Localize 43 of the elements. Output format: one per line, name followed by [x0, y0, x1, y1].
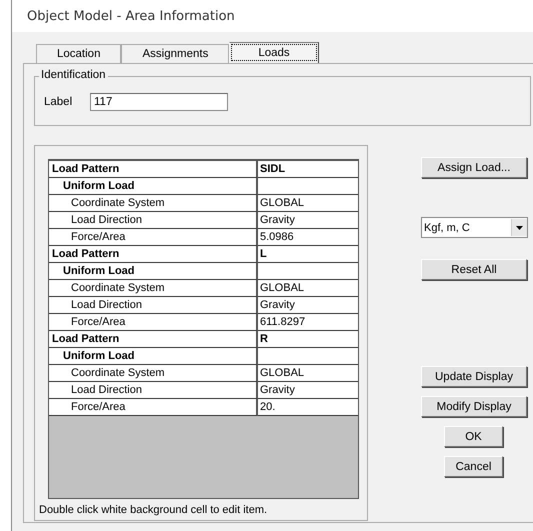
update-display-button[interactable]: Update Display — [421, 366, 527, 387]
table-cell: Load Pattern — [49, 246, 258, 263]
cancel-button[interactable]: Cancel — [444, 456, 503, 477]
table-cell: Coordinate System — [49, 195, 258, 212]
label-field[interactable]: 117 — [90, 93, 228, 111]
table-cell[interactable]: Gravity — [258, 212, 358, 229]
tab[interactable]: Assignments — [121, 44, 230, 63]
table-cell: Force/Area — [49, 229, 258, 246]
modify-display-button[interactable]: Modify Display — [421, 396, 527, 417]
table-cell[interactable]: 5.0986 — [258, 229, 358, 246]
table-cell: Uniform Load — [49, 348, 258, 365]
field-label: Label — [44, 96, 74, 108]
window-title: Object Model - Area Information — [27, 8, 235, 24]
table-cell[interactable]: GLOBAL — [258, 195, 358, 212]
table-cell: Force/Area — [49, 399, 258, 416]
assign-load-button[interactable]: Assign Load... — [421, 157, 527, 178]
table-cell[interactable]: 611.8297 — [258, 314, 358, 331]
units-dropdown[interactable]: Kgf, m, C — [421, 217, 528, 238]
table-cell[interactable]: Gravity — [258, 297, 358, 314]
table-cell: Coordinate System — [49, 365, 258, 382]
table-cell[interactable]: GLOBAL — [258, 365, 358, 382]
caret-icon — [516, 226, 523, 230]
tab[interactable]: Loads — [229, 42, 319, 63]
tab[interactable]: Location — [36, 44, 122, 63]
table-cell[interactable]: SIDL — [258, 161, 358, 178]
table-cell[interactable]: L — [258, 246, 358, 263]
table-cell: Load Direction — [49, 212, 258, 229]
table-cell: Load Pattern — [49, 161, 258, 178]
table-cell: Load Direction — [49, 382, 258, 399]
table-cell: Force/Area — [49, 314, 258, 331]
table-cell[interactable]: Gravity — [258, 382, 358, 399]
ok-button[interactable]: OK — [444, 426, 503, 447]
table-cell: Uniform Load — [49, 178, 258, 195]
reset-all-button[interactable]: Reset All — [421, 259, 527, 280]
table-cell: Load Direction — [49, 297, 258, 314]
hint-text: Double click white background cell to edit item. — [39, 504, 268, 516]
group-title: Identification — [39, 69, 108, 81]
table-cell: Uniform Load — [49, 263, 258, 280]
table-cell[interactable]: GLOBAL — [258, 280, 358, 297]
table-cell[interactable]: R — [258, 331, 358, 348]
table-cell[interactable]: 20. — [258, 399, 358, 416]
table-cell: Load Pattern — [49, 331, 258, 348]
table-cell: Coordinate System — [49, 280, 258, 297]
